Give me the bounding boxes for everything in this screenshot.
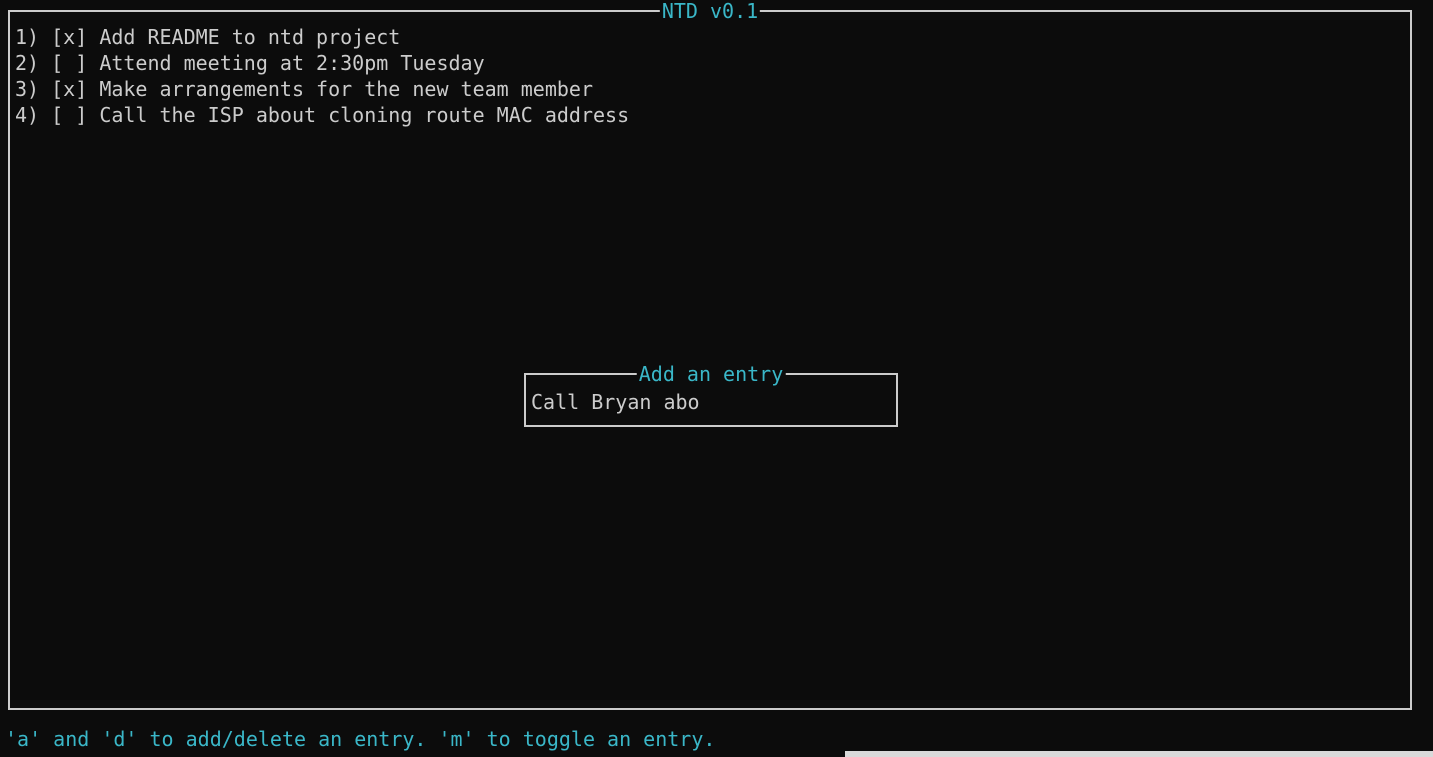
- todo-list: 1) [x] Add README to ntd project 2) [ ] A…: [15, 24, 629, 128]
- checked-checkbox[interactable]: [x]: [51, 77, 87, 101]
- todo-number: 1): [15, 25, 40, 49]
- unchecked-checkbox[interactable]: [ ]: [51, 103, 87, 127]
- add-entry-dialog: Add an entry Call Bryan abo: [524, 361, 898, 427]
- todo-item[interactable]: 1) [x] Add README to ntd project: [15, 24, 629, 50]
- dialog-title: Add an entry: [636, 361, 786, 387]
- status-bar-help: 'a' and 'd' to add/delete an entry. 'm' …: [5, 727, 716, 751]
- app-title: NTD v0.1: [659, 0, 761, 24]
- todo-number: 4): [15, 103, 40, 127]
- main-window-frame: NTD v0.1 1) [x] Add README to ntd projec…: [8, 0, 1412, 710]
- todo-text: Add README to ntd project: [99, 25, 401, 49]
- horizontal-scrollbar[interactable]: [845, 751, 1433, 757]
- todo-item[interactable]: 3) [x] Make arrangements for the new tea…: [15, 76, 629, 102]
- todo-number: 3): [15, 77, 40, 101]
- todo-item[interactable]: 2) [ ] Attend meeting at 2:30pm Tuesday: [15, 50, 629, 76]
- todo-text: Attend meeting at 2:30pm Tuesday: [99, 51, 485, 75]
- unchecked-checkbox[interactable]: [ ]: [51, 51, 87, 75]
- todo-item[interactable]: 4) [ ] Call the ISP about cloning route …: [15, 102, 629, 128]
- todo-text: Make arrangements for the new team membe…: [99, 77, 593, 101]
- todo-text: Call the ISP about cloning route MAC add…: [99, 103, 630, 127]
- todo-number: 2): [15, 51, 40, 75]
- entry-input[interactable]: Call Bryan abo: [531, 389, 700, 415]
- checked-checkbox[interactable]: [x]: [51, 25, 87, 49]
